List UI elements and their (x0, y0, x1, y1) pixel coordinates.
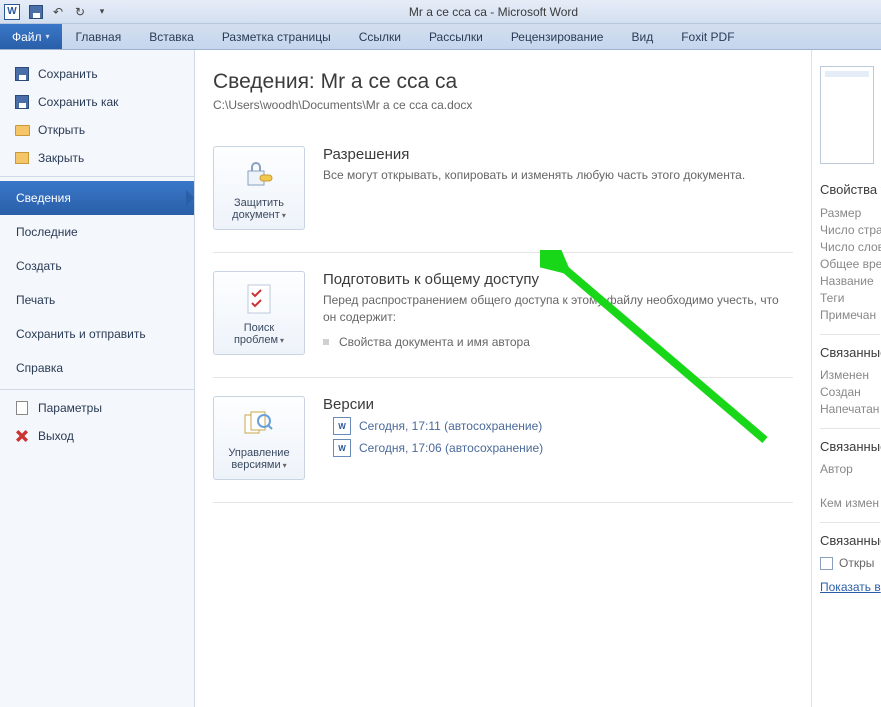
ribbon-tabs: Файл Главная Вставка Разметка страницы С… (0, 24, 881, 50)
quick-access-toolbar: ↶ ↻ ▾ (28, 4, 110, 20)
nav-label: Закрыть (38, 151, 84, 165)
section-title: Подготовить к общему доступу (323, 271, 793, 288)
tab-review[interactable]: Рецензирование (497, 24, 618, 49)
tab-foxit[interactable]: Foxit PDF (667, 24, 748, 49)
permissions-section: Защитить документ Разрешения Все могут о… (213, 136, 793, 253)
nav-label: Выход (38, 429, 74, 443)
show-all-properties-link[interactable]: Показать в (820, 580, 881, 594)
save-as-icon (14, 94, 30, 110)
lock-key-icon (242, 157, 276, 191)
section-title: Разрешения (323, 146, 793, 163)
section-text: Перед распространением общего доступа к … (323, 292, 793, 327)
prepare-section: Поиск проблем Подготовить к общему досту… (213, 261, 793, 378)
backstage-nav: Сохранить Сохранить как Открыть Закрыть … (0, 50, 195, 707)
prop-words: Число слов (820, 240, 881, 254)
section-text: Все могут открывать, копировать и изменя… (323, 167, 793, 184)
nav-save-as[interactable]: Сохранить как (0, 88, 194, 116)
version-item[interactable]: W Сегодня, 17:11 (автосохранение) (333, 417, 793, 435)
redo-icon[interactable]: ↻ (72, 4, 88, 20)
prop-printed: Напечатан (820, 402, 881, 416)
tab-mailings[interactable]: Рассылки (415, 24, 497, 49)
nav-label: Сохранить (38, 67, 98, 81)
prop-created: Создан (820, 385, 881, 399)
tab-home[interactable]: Главная (62, 24, 136, 49)
related-dates-heading: Связанные (820, 345, 881, 360)
version-label: Сегодня, 17:11 (автосохранение) (359, 419, 542, 433)
checkbox-icon (820, 557, 833, 570)
versions-icon (242, 407, 276, 441)
close-folder-icon (14, 150, 30, 166)
versions-section: Управление версиями Версии W Сегодня, 17… (213, 386, 793, 503)
manage-versions-button[interactable]: Управление версиями (213, 396, 305, 480)
related-docs-heading: Связанные (820, 533, 881, 548)
protect-document-button[interactable]: Защитить документ (213, 146, 305, 230)
button-label: Поиск проблем (220, 322, 298, 346)
button-label: Управление версиями (220, 447, 298, 471)
nav-exit[interactable]: Выход (0, 422, 194, 450)
document-thumbnail[interactable] (820, 66, 874, 164)
tab-file[interactable]: Файл (0, 24, 62, 49)
version-label: Сегодня, 17:06 (автосохранение) (359, 441, 543, 455)
version-item[interactable]: W Сегодня, 17:06 (автосохранение) (333, 439, 793, 457)
nav-recent[interactable]: Последние (0, 215, 194, 249)
nav-print[interactable]: Печать (0, 283, 194, 317)
prop-comments: Примечан (820, 308, 881, 322)
tab-layout[interactable]: Разметка страницы (208, 24, 345, 49)
separator (820, 428, 880, 429)
tab-references[interactable]: Ссылки (345, 24, 415, 49)
nav-label: Сохранить как (38, 95, 118, 109)
info-content: Сведения: Mr a ce cca ca C:\Users\woodh\… (195, 50, 811, 707)
bullet-item: Свойства документа и имя автора (323, 335, 793, 349)
properties-panel: Свойства ▾ Размер Число стра Число слов … (811, 50, 881, 707)
prop-author: Автор (820, 462, 881, 476)
nav-label: Открыть (38, 123, 85, 137)
button-label: Защитить документ (220, 197, 298, 221)
nav-close[interactable]: Закрыть (0, 144, 194, 172)
prop-edit-time: Общее вре (820, 257, 881, 271)
tab-insert[interactable]: Вставка (135, 24, 208, 49)
nav-help[interactable]: Справка (0, 351, 194, 385)
checkbox-label: Откры (839, 556, 874, 570)
title-bar: W ↶ ↻ ▾ Mr a ce cca ca - Microsoft Word (0, 0, 881, 24)
word-app-icon[interactable]: W (4, 4, 20, 20)
nav-save-send[interactable]: Сохранить и отправить (0, 317, 194, 351)
check-issues-button[interactable]: Поиск проблем (213, 271, 305, 355)
prop-modified: Изменен (820, 368, 881, 382)
prop-size: Размер (820, 206, 881, 220)
word-doc-icon: W (333, 417, 351, 435)
exit-icon (14, 428, 30, 444)
word-doc-icon: W (333, 439, 351, 457)
nav-open[interactable]: Открыть (0, 116, 194, 144)
section-title: Версии (323, 396, 793, 413)
related-people-heading: Связанные (820, 439, 881, 454)
save-icon (14, 66, 30, 82)
nav-separator (0, 389, 194, 390)
nav-separator (0, 176, 194, 177)
prop-tags: Теги (820, 291, 881, 305)
info-title: Сведения: Mr a ce cca ca (213, 70, 793, 94)
prop-last-modified-by: Кем измен (820, 496, 881, 510)
open-file-location[interactable]: Откры (820, 556, 881, 570)
prop-title: Название (820, 274, 881, 288)
nav-label: Параметры (38, 401, 102, 415)
checklist-icon (242, 282, 276, 316)
separator (820, 334, 880, 335)
tab-view[interactable]: Вид (617, 24, 667, 49)
nav-options[interactable]: Параметры (0, 394, 194, 422)
separator (820, 522, 880, 523)
backstage: Сохранить Сохранить как Открыть Закрыть … (0, 50, 881, 707)
info-path: C:\Users\woodh\Documents\Mr a ce cca ca.… (213, 98, 793, 112)
properties-heading[interactable]: Свойства ▾ (820, 182, 881, 198)
save-icon[interactable] (28, 4, 44, 20)
prop-pages: Число стра (820, 223, 881, 237)
window-title: Mr a ce cca ca - Microsoft Word (110, 5, 877, 19)
nav-save[interactable]: Сохранить (0, 60, 194, 88)
folder-open-icon (14, 122, 30, 138)
nav-new[interactable]: Создать (0, 249, 194, 283)
nav-info[interactable]: Сведения (0, 181, 194, 215)
undo-icon[interactable]: ↶ (50, 4, 66, 20)
options-icon (14, 400, 30, 416)
qat-dropdown-icon[interactable]: ▾ (94, 4, 110, 20)
